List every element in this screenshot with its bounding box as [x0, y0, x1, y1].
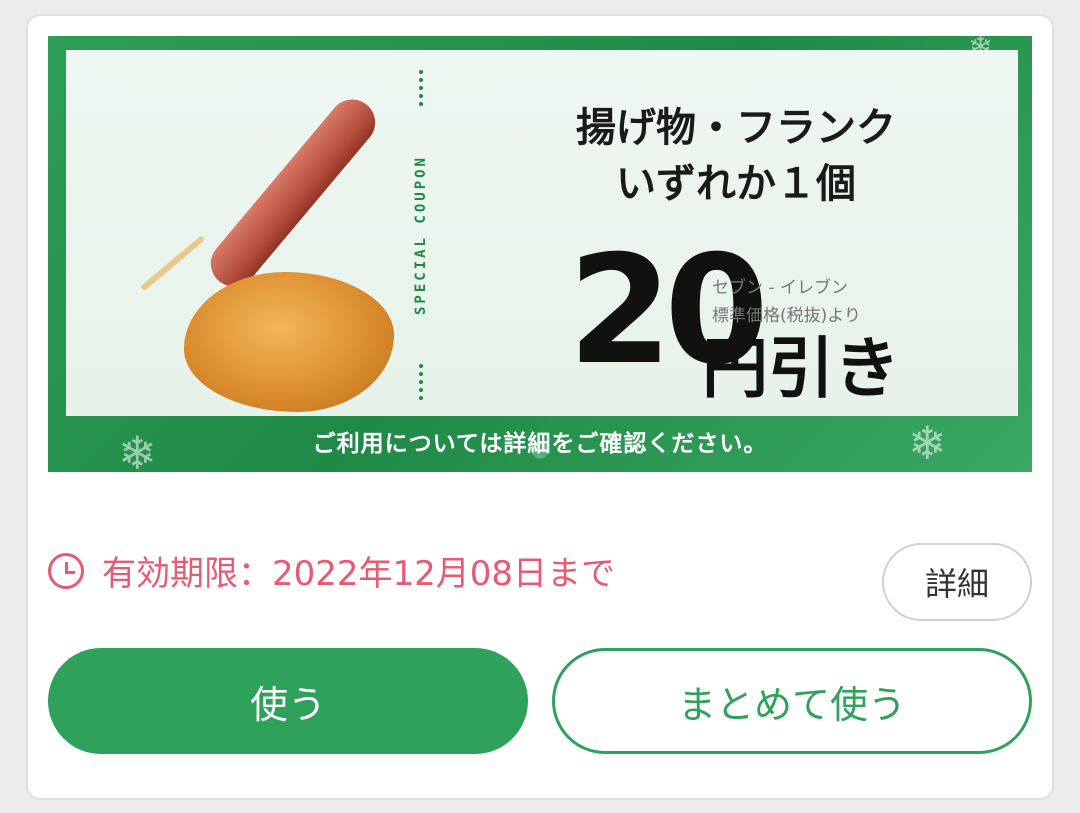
special-coupon-divider: SPECIAL COUPON [406, 70, 436, 400]
price-note: セブン - イレブン 標準価格(税抜)より [712, 274, 861, 330]
headline-line2: いずれか１個 [616, 161, 856, 207]
discount-suffix: 円引き [702, 330, 900, 407]
price-note-line2: 標準価格(税抜)より [712, 306, 861, 326]
coupon-banner-image[interactable]: ❄ ❄ ❄ SPECIAL COUPON 揚げ物・フランク いずれか１個 20 … [48, 36, 1032, 472]
coupon-panel: SPECIAL COUPON 揚げ物・フランク いずれか１個 20 セブン - … [66, 50, 1018, 416]
sausage-image [201, 90, 385, 296]
use-button[interactable]: 使う [48, 648, 528, 754]
fried-chicken-image [184, 272, 394, 412]
special-coupon-label: SPECIAL COUPON [413, 154, 429, 315]
clock-icon [48, 552, 84, 589]
price-note-line1: セブン - イレブン [712, 278, 848, 298]
details-button[interactable]: 詳細 [882, 543, 1032, 621]
coupon-footer-note: ご利用については詳細をご確認ください。 [312, 431, 768, 457]
expiry-info: 有効期限：2022年12月08日まで [48, 546, 615, 595]
expiry-text: 有効期限：2022年12月08日まで [102, 554, 616, 594]
use-together-button[interactable]: まとめて使う [552, 648, 1032, 754]
headline-line1: 揚げ物・フランク [576, 105, 896, 151]
sausage-stick-image [140, 235, 206, 292]
coupon-headline: 揚げ物・フランク いずれか１個 [486, 100, 986, 212]
